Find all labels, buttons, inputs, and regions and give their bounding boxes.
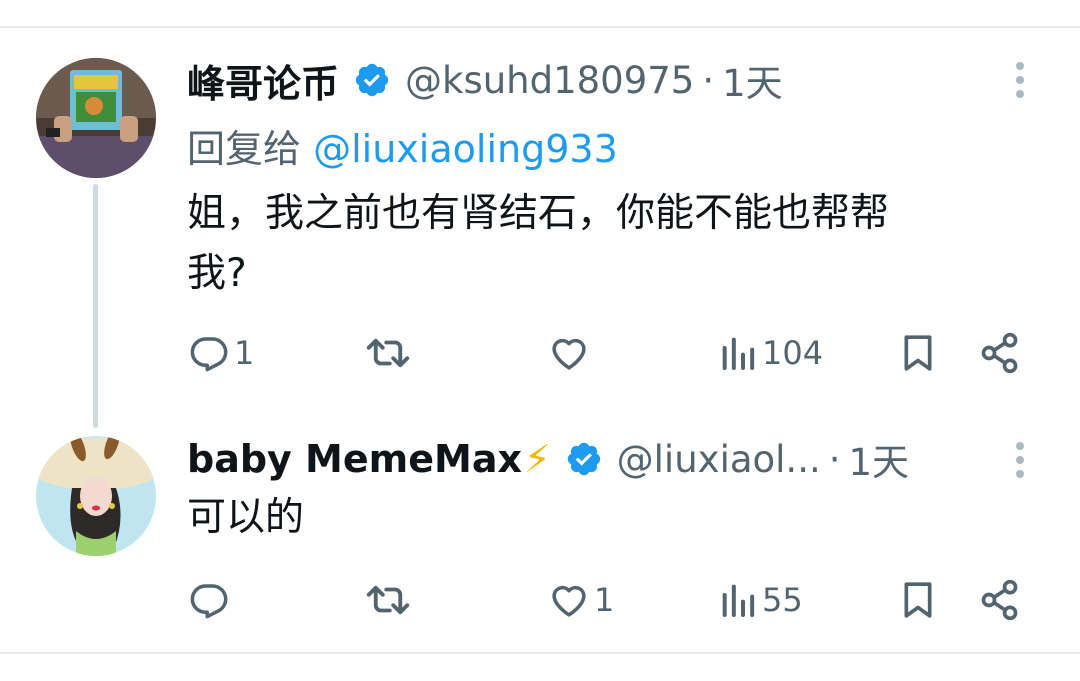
verified-badge-icon: [565, 440, 603, 478]
reply-icon: [190, 337, 228, 372]
bottom-divider: [0, 652, 1080, 654]
retweet-button[interactable]: [363, 575, 417, 625]
views-count: 104: [762, 334, 824, 372]
views-count: 55: [762, 581, 803, 619]
tweet-text-line: 可以的: [187, 495, 305, 540]
verified-badge-icon: [353, 61, 391, 99]
tweet-thread: 峰哥论币 @ksuhd180975 · 1天 回复给 @liuxiaoling9…: [0, 0, 1080, 681]
retweet-icon: [366, 585, 410, 615]
avatar[interactable]: [36, 58, 156, 178]
heart-icon: [552, 585, 586, 617]
like-button[interactable]: 1: [548, 575, 614, 625]
views-icon: [722, 584, 755, 617]
more-vertical-icon[interactable]: [1010, 440, 1030, 480]
tweet-header: baby MemeMax ⚡ @liuxiaol... · 1天: [187, 434, 909, 484]
reply-button[interactable]: 1: [188, 328, 254, 378]
tweet-header: 峰哥论币 @ksuhd180975 · 1天: [187, 53, 783, 108]
retweet-button[interactable]: [363, 328, 417, 378]
views-button[interactable]: 55: [718, 575, 803, 625]
timestamp[interactable]: 1天: [848, 432, 909, 486]
like-button[interactable]: [548, 328, 594, 378]
reply-icon: [190, 584, 228, 619]
heart-icon: [552, 338, 586, 370]
share-icon: [981, 332, 1018, 374]
avatar[interactable]: [36, 436, 156, 556]
reply-count: 1: [234, 334, 255, 372]
bookmark-button[interactable]: [898, 575, 938, 625]
bookmark-button[interactable]: [898, 328, 938, 378]
author-name[interactable]: baby MemeMax: [187, 437, 522, 481]
tweet-text: 姐，我之前也有肾结石，你能不能也帮帮 我?: [187, 184, 889, 304]
reply-to-prefix: 回复给: [187, 127, 302, 171]
tweet-text-line: 姐，我之前也有肾结石，你能不能也帮帮: [187, 191, 890, 236]
share-icon: [981, 579, 1018, 621]
views-icon: [722, 337, 755, 370]
top-divider: [0, 26, 1080, 28]
author-handle[interactable]: @ksuhd180975: [405, 59, 694, 102]
timestamp[interactable]: 1天: [722, 53, 783, 107]
reply-to-line: 回复给 @liuxiaoling933: [187, 118, 618, 173]
bookmark-icon: [904, 582, 932, 618]
tweet-text-line: 我?: [187, 251, 247, 296]
reply-to-mention[interactable]: @liuxiaoling933: [313, 127, 618, 171]
author-name[interactable]: 峰哥论币: [187, 53, 339, 108]
author-handle[interactable]: @liuxiaol...: [617, 438, 821, 481]
like-count: 1: [594, 581, 615, 619]
share-button[interactable]: [978, 328, 1022, 378]
views-button[interactable]: 104: [718, 328, 823, 378]
lightning-emoji: ⚡: [523, 437, 551, 481]
thread-line: [93, 184, 98, 428]
retweet-icon: [366, 338, 410, 368]
more-vertical-icon[interactable]: [1010, 60, 1030, 100]
reply-button[interactable]: [188, 575, 234, 625]
separator-dot: ·: [702, 58, 715, 102]
separator-dot: ·: [828, 437, 841, 481]
bookmark-icon: [904, 335, 932, 371]
tweet-text: 可以的: [187, 488, 304, 548]
share-button[interactable]: [978, 575, 1022, 625]
